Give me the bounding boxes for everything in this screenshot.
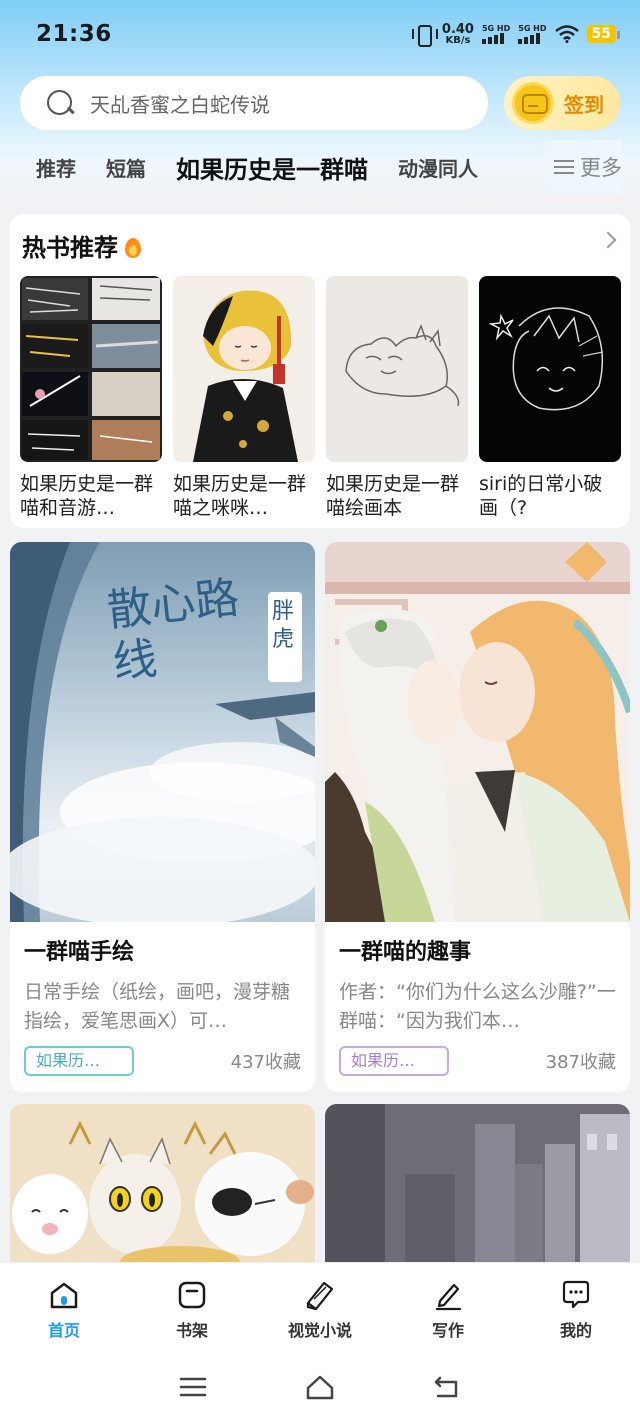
tab-recommend[interactable]: 推荐 bbox=[0, 153, 76, 182]
feed-cover bbox=[10, 1104, 315, 1262]
signal-icon-sim1: 5G HD bbox=[481, 23, 511, 44]
home-icon bbox=[50, 1282, 78, 1309]
wifi-icon bbox=[554, 25, 579, 43]
nav-label: 书架 bbox=[175, 1321, 208, 1340]
search-icon bbox=[46, 89, 74, 117]
bookshelf-icon bbox=[178, 1281, 206, 1309]
feed-cover: 散心路线 胖虎 bbox=[10, 542, 315, 922]
battery-indicator: 55 bbox=[586, 25, 621, 43]
feed-card[interactable]: 散心路线 胖虎 一群喵手绘 日常手绘（纸绘，画吧，漫芽糖指绘，爱笔思画X）可… … bbox=[10, 542, 315, 1092]
feed-favorites: 437收藏 bbox=[230, 1052, 301, 1073]
feed-card[interactable] bbox=[325, 1104, 630, 1262]
write-icon bbox=[435, 1283, 462, 1311]
book-cover bbox=[479, 276, 621, 462]
feed-title: 一群喵的趣事 bbox=[339, 940, 472, 965]
nav-label: 首页 bbox=[47, 1321, 80, 1340]
hot-title: 热书推荐 bbox=[22, 234, 118, 262]
nav-home[interactable]: 首页 bbox=[0, 1263, 128, 1352]
feed-cover-side-text: 胖虎 bbox=[272, 599, 295, 652]
hot-books-section: 热书推荐 如果历史是一群喵和音游… 如果历史是一群喵之咪咪… 如果历史是一群喵绘… bbox=[10, 214, 630, 528]
feed-tag[interactable]: 如果历… bbox=[24, 1046, 134, 1076]
signin-coin-icon bbox=[512, 82, 554, 124]
feed-cover bbox=[325, 1104, 630, 1262]
search-input[interactable]: 天乩香蜜之白蛇传说 bbox=[20, 76, 488, 130]
nav-label: 我的 bbox=[559, 1321, 592, 1340]
nav-write[interactable]: 写作 bbox=[384, 1263, 512, 1352]
chevron-right-icon[interactable] bbox=[599, 231, 617, 249]
feed-description: 作者：“你们为什么这么沙雕?”一群喵：“因为我们本… bbox=[339, 981, 616, 1032]
tab-cats-history[interactable]: 如果历史是一群喵 bbox=[146, 150, 368, 185]
tab-anime-fanfic[interactable]: 动漫同人 bbox=[368, 153, 478, 182]
back-icon[interactable] bbox=[432, 1374, 462, 1400]
category-tabs: 推荐 短篇 如果历史是一群喵 动漫同人 B 更多 bbox=[0, 140, 640, 194]
network-speed-value: 0.40 bbox=[441, 21, 474, 37]
book-name: 如果历史是一群喵和音游… bbox=[20, 473, 154, 519]
nav-label: 视觉小说 bbox=[287, 1321, 352, 1340]
status-icons: 0.40 KB/s 5G HD 5G HD 55 bbox=[411, 23, 621, 47]
feed-card[interactable]: 一群喵的趣事 作者：“你们为什么这么沙雕?”一群喵：“因为我们本… 如果历… 3… bbox=[325, 542, 630, 1092]
feed-cover bbox=[325, 542, 630, 922]
profile-icon bbox=[562, 1280, 590, 1309]
signal-icon-sim2: 5G HD bbox=[518, 23, 547, 44]
fire-icon bbox=[124, 234, 142, 258]
bottom-navigation: 首页 书架 视觉小说 写作 我的 bbox=[0, 1262, 640, 1352]
sim1-label: 5G HD bbox=[481, 23, 511, 33]
status-time: 21:36 bbox=[36, 21, 112, 47]
feed-favorites: 387收藏 bbox=[545, 1052, 616, 1073]
book-cover bbox=[173, 276, 315, 462]
feed-tag[interactable]: 如果历… bbox=[339, 1046, 449, 1076]
nav-visual-novel[interactable]: 视觉小说 bbox=[256, 1263, 384, 1352]
hot-books-list: 如果历史是一群喵和音游… 如果历史是一群喵之咪咪… 如果历史是一群喵绘画本 si… bbox=[20, 276, 621, 520]
hot-book-item[interactable]: 如果历史是一群喵和音游… bbox=[20, 276, 162, 520]
nav-profile[interactable]: 我的 bbox=[512, 1263, 640, 1352]
tabs-more-label: 更多 bbox=[580, 156, 622, 180]
home-button-icon[interactable] bbox=[305, 1374, 335, 1400]
hot-book-item[interactable]: 如果历史是一群喵之咪咪… bbox=[173, 276, 315, 520]
tab-short[interactable]: 短篇 bbox=[76, 153, 146, 182]
signin-label: 签到 bbox=[564, 92, 604, 117]
nav-bookshelf[interactable]: 书架 bbox=[128, 1263, 256, 1352]
tab-partial[interactable]: B bbox=[478, 155, 506, 179]
sim2-label: 5G HD bbox=[518, 23, 547, 33]
visual-novel-icon bbox=[306, 1281, 334, 1311]
book-cover bbox=[20, 276, 162, 462]
feed-title: 一群喵手绘 bbox=[24, 940, 135, 965]
feed-card[interactable] bbox=[10, 1104, 315, 1262]
hot-book-item[interactable]: siri的日常小破画（? bbox=[479, 276, 621, 520]
system-navigation bbox=[0, 1352, 640, 1422]
search-placeholder: 天乩香蜜之白蛇传说 bbox=[90, 92, 270, 117]
recent-apps-icon[interactable] bbox=[178, 1374, 208, 1400]
network-speed: 0.40 KB/s bbox=[442, 23, 474, 46]
tabs-more-button[interactable]: 更多 bbox=[540, 140, 622, 194]
book-name: 如果历史是一群喵绘画本 bbox=[326, 473, 460, 519]
network-speed-unit: KB/s bbox=[445, 34, 471, 46]
menu-icon bbox=[554, 159, 574, 175]
feed-description: 日常手绘（纸绘，画吧，漫芽糖指绘，爱笔思画X）可… bbox=[24, 981, 291, 1032]
search-row: 天乩香蜜之白蛇传说 签到 bbox=[20, 76, 620, 130]
nav-label: 写作 bbox=[431, 1321, 464, 1340]
status-bar: 21:36 0.40 KB/s 5G HD 5G HD 55 bbox=[0, 0, 640, 68]
hot-book-item[interactable]: 如果历史是一群喵绘画本 bbox=[326, 276, 468, 520]
signin-button[interactable]: 签到 bbox=[504, 76, 620, 130]
feed-cover-title: 散心路线 bbox=[104, 572, 242, 689]
book-cover bbox=[326, 276, 468, 462]
book-name: siri的日常小破画（? bbox=[479, 473, 603, 519]
hot-title-row: 热书推荐 bbox=[22, 228, 142, 263]
vibrate-icon bbox=[411, 23, 438, 47]
book-name: 如果历史是一群喵之咪咪… bbox=[173, 473, 307, 519]
